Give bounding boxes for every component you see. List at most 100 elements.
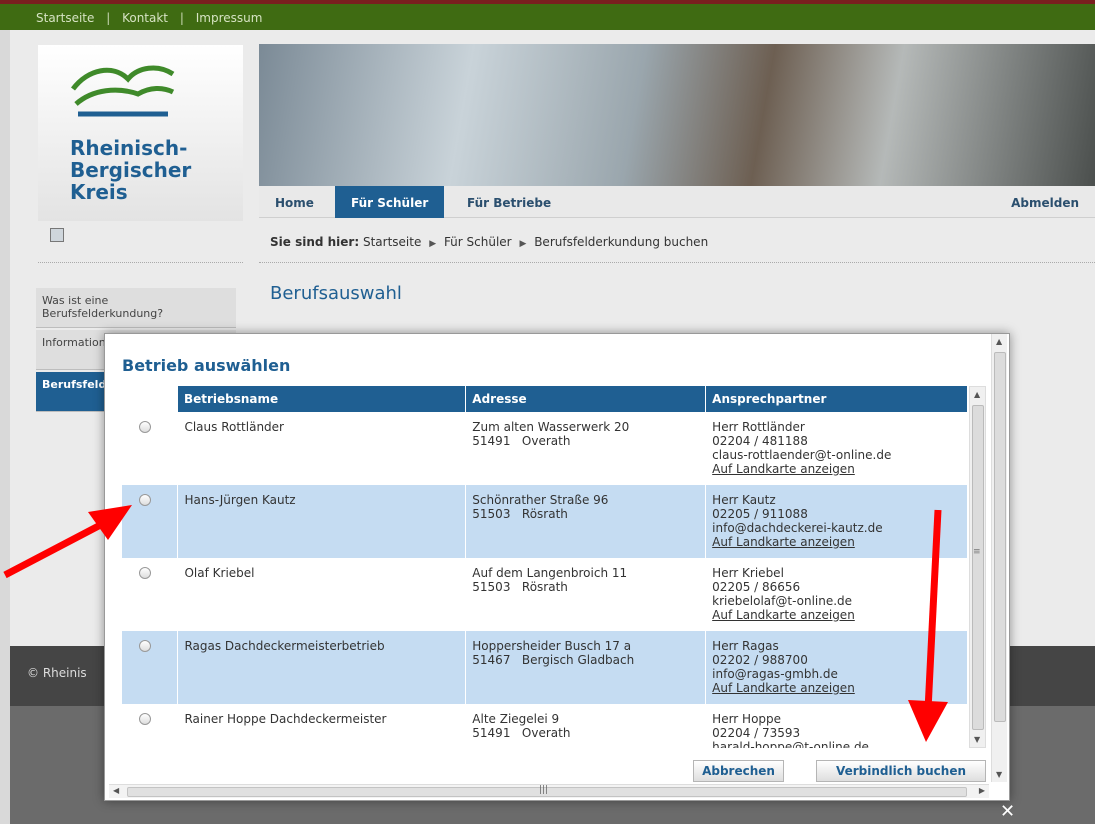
nav-fuer-schueler[interactable]: Für Schüler [335,186,445,218]
address-city: 51503 Rösrath [472,580,568,594]
company-contact: Herr Hoppe 02204 / 73593 harald-hoppe@t-on… [705,704,968,748]
map-link[interactable]: Auf Landkarte anzeigen [712,535,855,549]
map-link[interactable]: Auf Landkarte anzeigen [712,462,855,476]
radio-header [122,386,178,412]
breadcrumb-arrow-icon: ▶ [519,239,527,249]
company-contact: Herr Ragas 02202 / 988700 info@ragas-gmbh.… [705,631,968,704]
table-header-row: Betriebsname Adresse Ansprechpartner [122,386,968,412]
link-separator: | [106,11,111,25]
header-banner-image [259,44,1095,186]
logo-line-2: Bergischer [70,158,192,182]
radio-button[interactable] [139,421,151,433]
nav-fuer-betriebe[interactable]: Für Betriebe [451,186,567,218]
nav-home[interactable]: Home [259,186,330,218]
table-row[interactable]: Claus Rottländer Zum alten Wasserwerk 20… [122,412,968,485]
company-name: Ragas Dachdeckermeisterbetrieb [177,631,467,704]
company-name: Hans-Jürgen Kautz [177,485,467,558]
address-street: Auf dem Langenbroich 11 [472,566,628,580]
main-nav: Home Für Schüler Für Betriebe Abmelden [259,186,1095,218]
column-header-address[interactable]: Adresse [465,386,707,412]
contact-person: Herr Hoppe [712,712,782,726]
sitemap-icon[interactable] [50,228,64,242]
scrollbar-thumb[interactable] [972,405,984,730]
scrollbar-thumb[interactable] [994,352,1006,722]
scroll-up-icon[interactable]: ▲ [974,390,980,399]
table-row[interactable]: Hans-Jürgen Kautz Schönrather Straße 96 5… [122,485,968,558]
column-header-name[interactable]: Betriebsname [177,386,467,412]
company-contact: Herr Kautz 02205 / 911088 info@dachdeckere… [705,485,968,558]
map-link[interactable]: Auf Landkarte anzeigen [712,608,855,622]
book-button[interactable]: Verbindlich buchen [816,760,986,782]
close-icon[interactable]: ✕ [1000,801,1015,822]
logo-text: Rheinisch- Bergischer Kreis [70,137,191,203]
link-startseite[interactable]: Startseite [36,11,94,25]
link-kontakt[interactable]: Kontakt [122,11,168,25]
top-links: Startseite | Kontakt | Impressum [36,11,262,25]
dialog-horizontal-scrollbar[interactable]: ◀ ||| ▶ [109,784,989,798]
map-link[interactable]: Auf Landkarte anzeigen [712,681,855,695]
breadcrumb-item[interactable]: Für Schüler [444,235,512,249]
scroll-grip-icon: ||| [539,785,549,795]
radio-cell [122,412,179,485]
scroll-down-icon[interactable]: ▼ [996,770,1002,779]
contact-person: Herr Kriebel [712,566,784,580]
radio-cell [122,485,179,558]
sidebar-item-berufsfelderkundung[interactable]: Was ist eine Berufsfelderkundung? [36,288,236,328]
company-address: Schönrather Straße 96 51503 Rösrath [465,485,707,558]
logo-line-1: Rheinisch- [70,136,188,160]
address-street: Alte Ziegelei 9 [472,712,560,726]
column-header-contact[interactable]: Ansprechpartner [705,386,968,412]
company-table-container: Betriebsname Adresse Ansprechpartner Cla… [122,386,986,748]
table-row[interactable]: Olaf Kriebel Auf dem Langenbroich 11 5150… [122,558,968,631]
address-street: Zum alten Wasserwerk 20 [472,420,630,434]
company-contact: Herr Rottländer 02204 / 481188 claus-rottl… [705,412,968,485]
table-scrollbar[interactable]: ▲ ≡ ▼ [969,386,986,748]
company-name: Claus Rottländer [177,412,467,485]
address-street: Hoppersheider Busch 17 a [472,639,632,653]
address-city: 51467 Bergisch Gladbach [472,653,635,667]
company-address: Auf dem Langenbroich 11 51503 Rösrath [465,558,707,631]
address-street: Schönrather Straße 96 [472,493,609,507]
radio-cell [122,704,179,748]
radio-button[interactable] [139,640,151,652]
company-table: Betriebsname Adresse Ansprechpartner Cla… [122,386,968,748]
company-address: Alte Ziegelei 9 51491 Overath [465,704,707,748]
table-row[interactable]: Ragas Dachdeckermeisterbetrieb Hoppershe… [122,631,968,704]
contact-phone: 02205 / 911088 [712,507,808,521]
scroll-left-icon[interactable]: ◀ [113,786,119,795]
contact-phone: 02204 / 481188 [712,434,808,448]
scroll-down-icon[interactable]: ▼ [974,735,980,744]
contact-phone: 02205 / 86656 [712,580,801,594]
company-name: Rainer Hoppe Dachdeckermeister [177,704,467,748]
contact-person: Herr Ragas [712,639,779,653]
scroll-up-icon[interactable]: ▲ [996,337,1002,346]
radio-button[interactable] [139,713,151,725]
breadcrumb-item: Berufsfelderkundung buchen [534,235,709,249]
address-city: 51491 Overath [472,726,571,740]
address-city: 51503 Rösrath [472,507,568,521]
page-title: Berufsauswahl [270,283,402,304]
contact-email: info@ragas-gmbh.de [712,667,838,681]
breadcrumb-prefix: Sie sind hier: [270,235,360,249]
link-impressum[interactable]: Impressum [196,11,263,25]
table-row[interactable]: Rainer Hoppe Dachdeckermeister Alte Zieg… [122,704,968,748]
top-bar: Startseite | Kontakt | Impressum [0,0,1095,30]
contact-email: info@dachdeckerei-kautz.de [712,521,883,535]
nav-abmelden[interactable]: Abmelden [995,186,1095,218]
dialog-title: Betrieb auswählen [122,356,291,375]
breadcrumb-item[interactable]: Startseite [363,235,421,249]
breadcrumb: Sie sind hier: Startseite ▶ Für Schüler … [270,235,708,249]
cancel-button[interactable]: Abbrechen [693,760,784,782]
radio-cell [122,631,179,704]
scroll-right-icon[interactable]: ▶ [979,786,985,795]
radio-button[interactable] [139,494,151,506]
contact-email: harald-hoppe@t-online.de [712,740,869,748]
logo[interactable]: Rheinisch- Bergischer Kreis [38,45,243,221]
dialog-scrollbar[interactable]: ▲ ▼ [991,334,1007,782]
radio-button[interactable] [139,567,151,579]
contact-email: kriebelolaf@t-online.de [712,594,853,608]
company-name: Olaf Kriebel [177,558,467,631]
contact-phone: 02202 / 988700 [712,653,808,667]
contact-email: claus-rottlaender@t-online.de [712,448,892,462]
select-company-dialog: Betrieb auswählen Betriebsname Adresse A… [104,333,1010,801]
